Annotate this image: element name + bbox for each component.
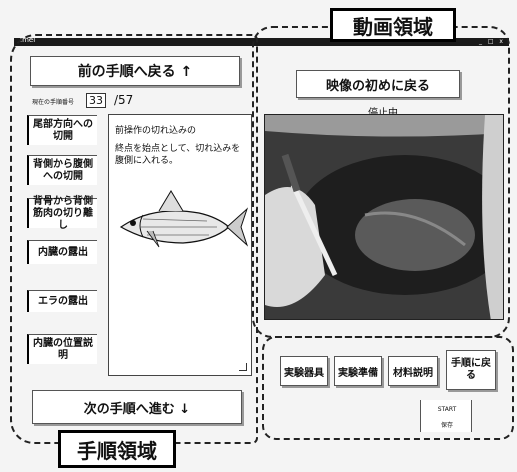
instruction-body: 終点を始点として、切れ込みを腹側に入れる。 [115, 144, 241, 166]
step-item-5[interactable]: エラの露出 [27, 290, 97, 312]
video-still [265, 115, 503, 319]
fish-tail [226, 207, 249, 247]
instruction-title: 前操作の切れ込みの [115, 126, 197, 136]
step-item-6[interactable]: 内臓の位置説明 [27, 334, 97, 364]
prev-step-button[interactable]: 前の手順へ戻る ↑ [30, 56, 240, 86]
start-button[interactable]: START [421, 406, 473, 413]
step-item-4[interactable]: 内臓の露出 [27, 240, 97, 264]
fish-illustration [119, 190, 249, 248]
fish-dorsal-fin [158, 190, 184, 212]
step-total-label: /57 [114, 93, 134, 107]
video-region-label: 動画領域 [330, 8, 456, 42]
record-box: START 保存 [420, 400, 472, 432]
fish-flesh [355, 199, 475, 271]
procedure-region-label: 手順領域 [58, 430, 176, 468]
tray-edge [265, 115, 503, 137]
video-restart-button[interactable]: 映像の初めに戻る [296, 70, 460, 98]
save-button[interactable]: 保存 [421, 420, 473, 429]
step-current-field[interactable]: 33 [86, 93, 106, 108]
back-to-steps-button[interactable]: 手順に戻る [446, 350, 496, 390]
step-item-3[interactable]: 背骨から背側筋肉の切り離し [27, 196, 97, 231]
instruction-panel: 前操作の切れ込みの 終点を始点として、切れ込みを腹側に入れる。 [108, 114, 252, 376]
equipment-button[interactable]: 実験器具 [280, 356, 328, 386]
materials-button[interactable]: 材料説明 [388, 356, 438, 386]
fish-eye [130, 220, 136, 226]
preparation-button[interactable]: 実験準備 [334, 356, 382, 386]
step-item-1[interactable]: 尾部方向への切開 [27, 115, 97, 145]
panel-scroll-corner[interactable] [239, 363, 247, 371]
step-item-2[interactable]: 背側から腹側への切開 [27, 155, 97, 185]
next-step-button[interactable]: 次の手順へ進む ↓ [32, 390, 242, 424]
video-frame[interactable] [264, 114, 504, 320]
step-counter-label: 現在の手順番号 [32, 99, 75, 106]
